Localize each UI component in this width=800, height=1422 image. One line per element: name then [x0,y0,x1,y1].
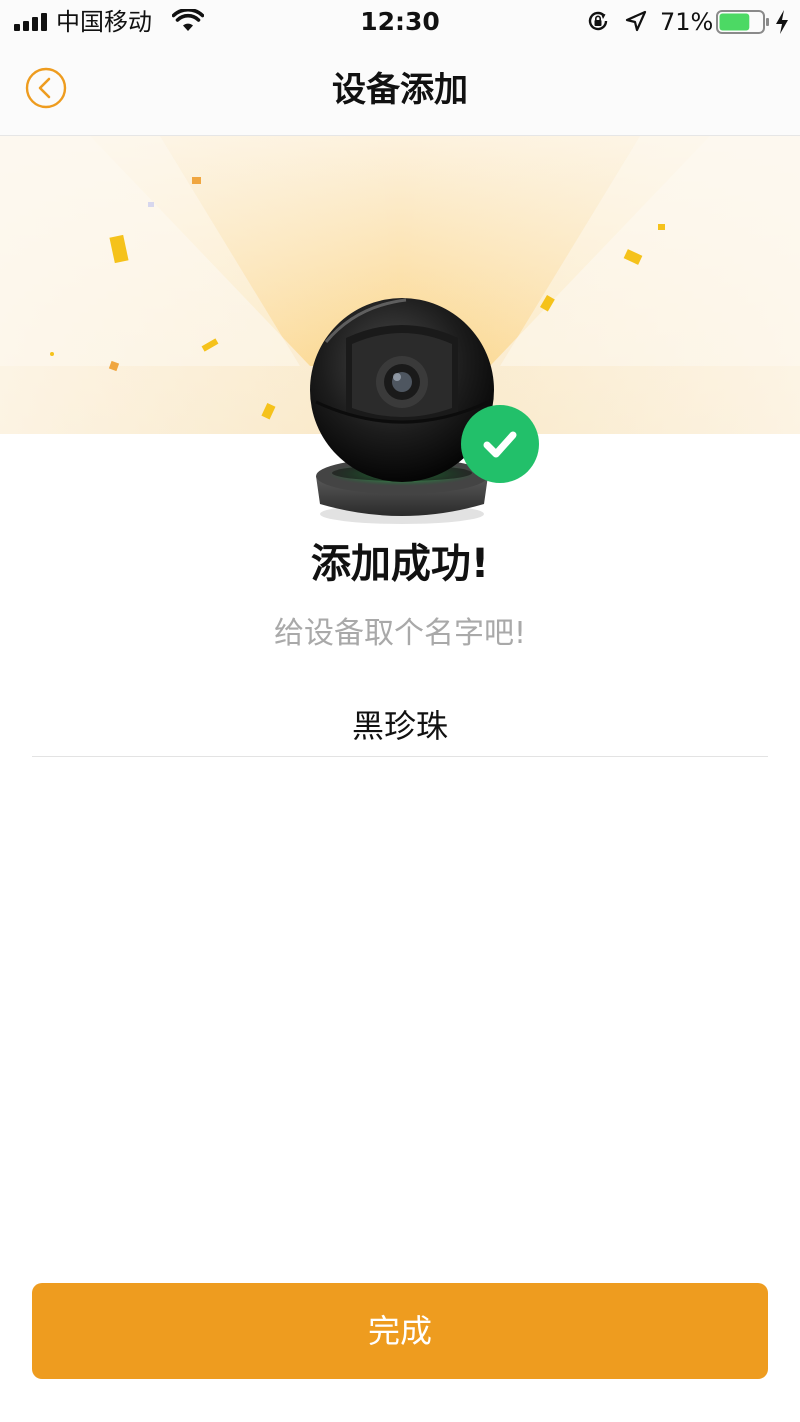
status-bar: 中国移动 12:30 71% [0,0,800,44]
input-divider [32,756,768,757]
page-title: 设备添加 [332,70,468,110]
battery-icon [716,10,769,34]
orientation-lock-icon [588,11,608,31]
nav-bar: 设备添加 [0,44,800,136]
name-hint: 给设备取个名字吧! [273,616,527,651]
location-arrow-icon [625,10,647,32]
success-title: 添加成功! [310,541,490,587]
done-button[interactable]: 完成 [32,1283,768,1379]
device-name-input[interactable] [32,692,768,756]
charging-icon [776,10,788,34]
battery-percent: 71% [660,8,714,36]
success-badge [461,405,539,483]
